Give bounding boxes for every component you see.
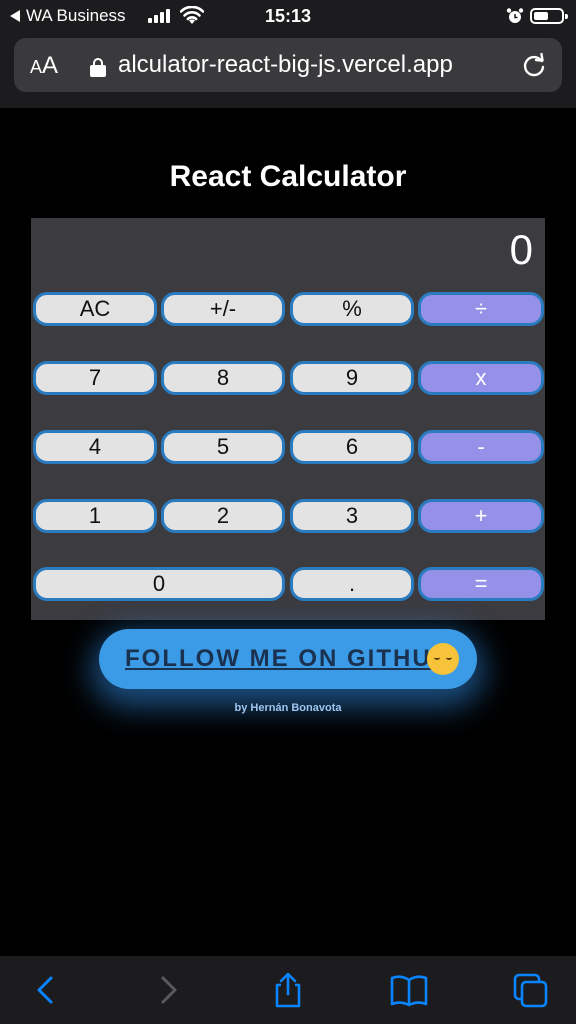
smiling-face-with-hearts-icon bbox=[427, 643, 459, 675]
follow-github-button[interactable]: FOLLOW ME ON GITHUB bbox=[99, 629, 477, 689]
status-bar: WA Business 15:13 bbox=[0, 0, 576, 32]
battery-icon bbox=[530, 8, 568, 24]
key-multiply[interactable]: x bbox=[418, 361, 544, 395]
author-credit: by Hernán Bonavota bbox=[234, 702, 342, 714]
follow-github-label: FOLLOW ME ON GITHUB bbox=[125, 645, 451, 672]
back-icon[interactable] bbox=[26, 970, 66, 1010]
bookmarks-icon[interactable] bbox=[389, 970, 429, 1010]
browser-toolbar bbox=[0, 956, 576, 1024]
key-8[interactable]: 8 bbox=[161, 361, 285, 395]
key-divide[interactable]: ÷ bbox=[418, 292, 544, 326]
key-0[interactable]: 0 bbox=[33, 567, 285, 601]
calculator-display: 0 bbox=[509, 226, 533, 273]
lock-icon bbox=[90, 58, 106, 77]
key-9[interactable]: 9 bbox=[290, 361, 414, 395]
key-percent[interactable]: % bbox=[290, 292, 414, 326]
key-equals[interactable]: = bbox=[418, 567, 544, 601]
page-title: React Calculator bbox=[169, 160, 407, 193]
alarm-icon bbox=[506, 8, 524, 23]
key-6[interactable]: 6 bbox=[290, 430, 414, 464]
text-size-button[interactable]: AA bbox=[30, 52, 58, 80]
calculator: 0 AC +/- % ÷ 7 8 9 x 4 5 6 - 1 2 3 + 0 .… bbox=[31, 218, 545, 620]
status-time: 15:13 bbox=[264, 6, 312, 26]
key-4[interactable]: 4 bbox=[33, 430, 157, 464]
key-2[interactable]: 2 bbox=[161, 499, 285, 533]
forward-icon[interactable] bbox=[148, 970, 188, 1010]
key-add[interactable]: + bbox=[418, 499, 544, 533]
key-1[interactable]: 1 bbox=[33, 499, 157, 533]
key-subtract[interactable]: - bbox=[418, 430, 544, 464]
browser-address-area: AA alculator-react-big-js.vercel.app bbox=[0, 32, 576, 108]
url-text[interactable]: alculator-react-big-js.vercel.app bbox=[118, 51, 508, 79]
tabs-icon[interactable] bbox=[510, 970, 550, 1010]
share-icon[interactable] bbox=[268, 970, 308, 1010]
key-5[interactable]: 5 bbox=[161, 430, 285, 464]
address-bar[interactable]: AA alculator-react-big-js.vercel.app bbox=[14, 38, 562, 92]
key-3[interactable]: 3 bbox=[290, 499, 414, 533]
key-all-clear[interactable]: AC bbox=[33, 292, 157, 326]
key-toggle-sign[interactable]: +/- bbox=[161, 292, 285, 326]
key-decimal[interactable]: . bbox=[290, 567, 414, 601]
reload-icon[interactable] bbox=[520, 52, 548, 80]
key-7[interactable]: 7 bbox=[33, 361, 157, 395]
battery-level bbox=[534, 12, 548, 20]
